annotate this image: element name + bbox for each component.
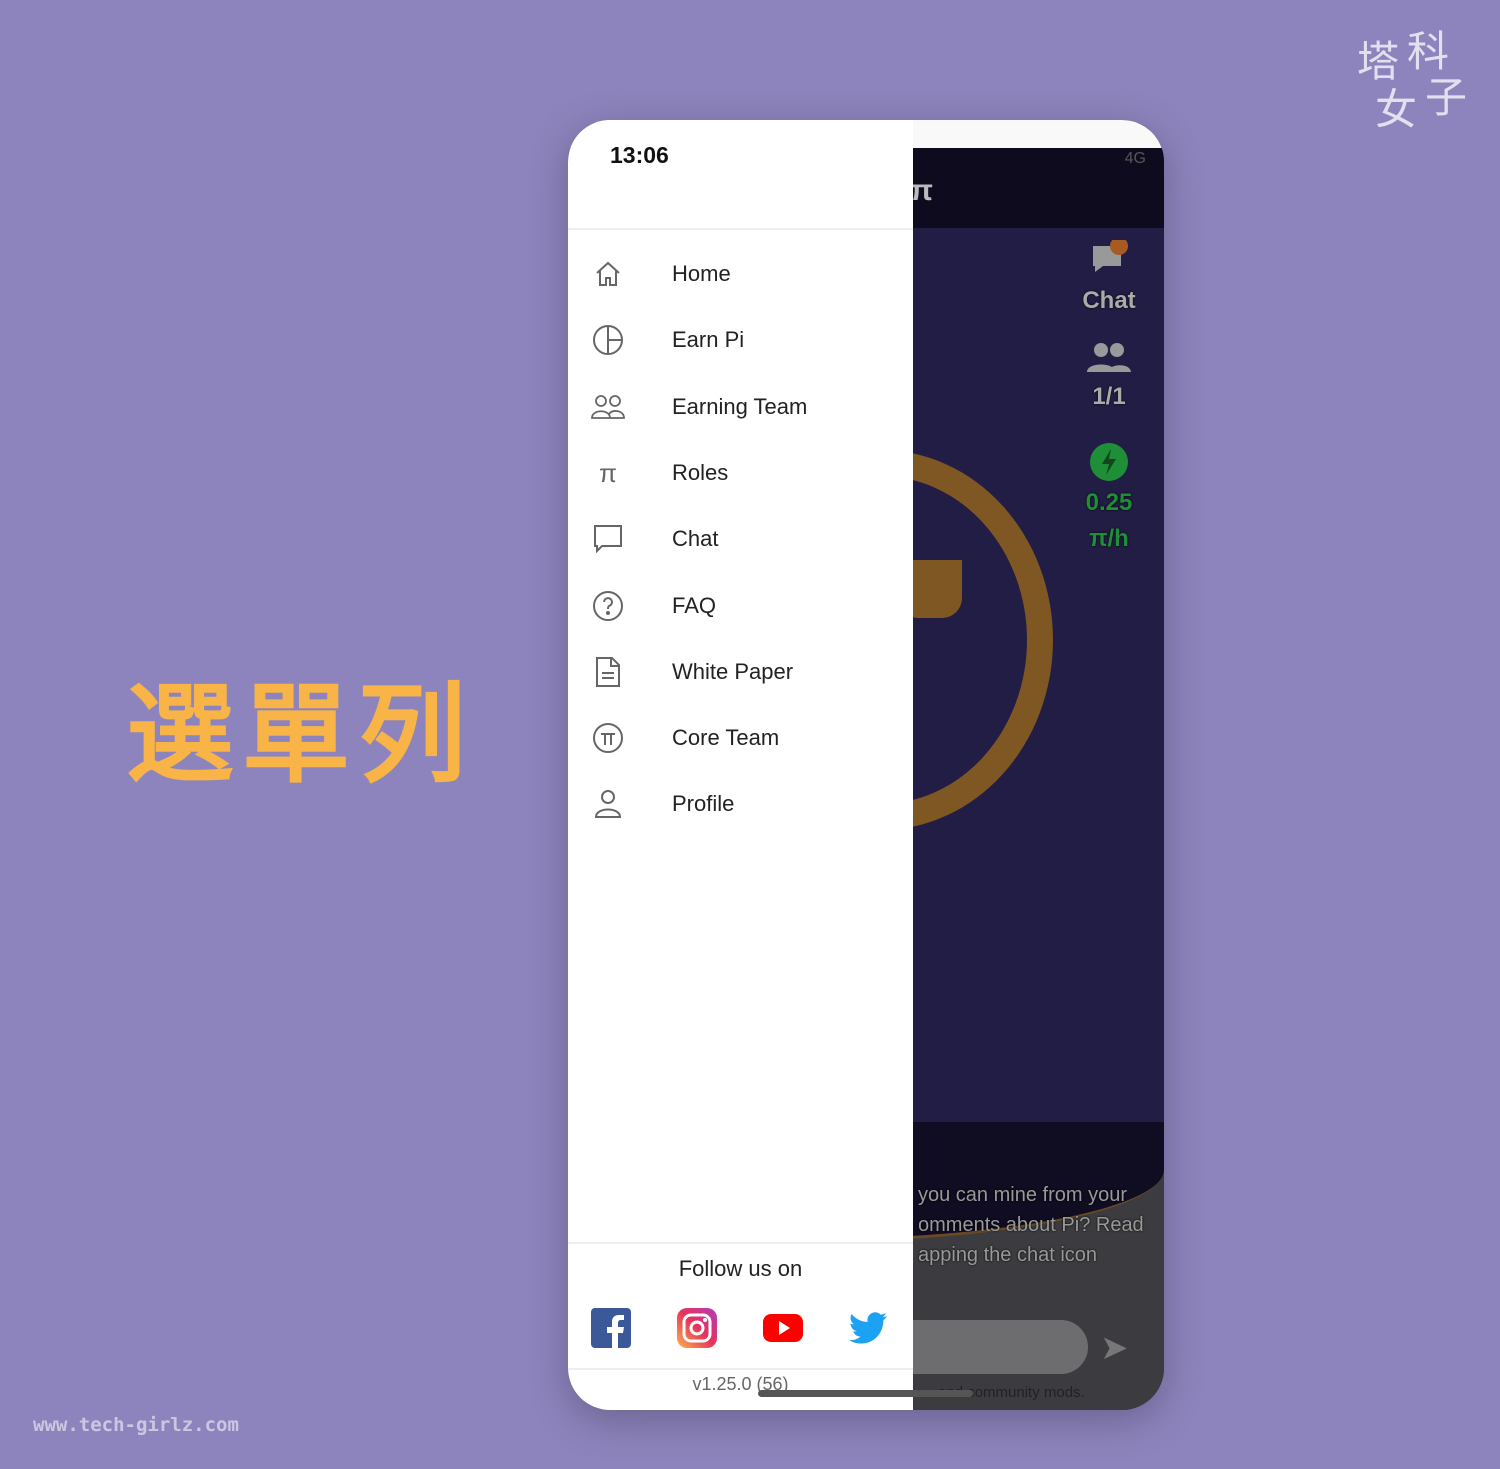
menu-item-core-team[interactable]: Core Team [568, 710, 913, 766]
youtube-icon[interactable] [763, 1308, 803, 1348]
status-time: 13:06 [610, 142, 669, 168]
info-message: you can mine from your omments about Pi? … [918, 1184, 1144, 1266]
navigation-drawer: 13:06 Home Earn Pi Earning Team π Roles C… [568, 120, 913, 1410]
people-icon [1087, 343, 1131, 372]
home-icon [588, 254, 628, 294]
menu-item-roles[interactable]: π Roles [568, 445, 913, 501]
pi-circle-icon [588, 718, 628, 758]
pie-chart-icon [588, 320, 628, 360]
question-icon [588, 586, 628, 626]
team-count-label: 1/1 [1092, 383, 1126, 410]
team-count: 1/1 [1064, 342, 1154, 411]
mining-rate: 0.25 π/h [1064, 442, 1154, 553]
lightning-icon [1090, 443, 1128, 481]
team-icon [588, 387, 628, 427]
document-icon [588, 652, 628, 692]
menu-item-home[interactable]: Home [568, 246, 913, 302]
caption: 選單列 [126, 673, 475, 798]
chat-shortcut[interactable]: Chat [1064, 237, 1154, 315]
network-status: 4G [1124, 150, 1146, 167]
wm-char: 科 [1407, 27, 1450, 76]
wm-char: 塔 [1357, 37, 1400, 86]
menu-item-chat[interactable]: Chat [568, 511, 913, 567]
menu-item-earning-team[interactable]: Earning Team [568, 379, 913, 435]
menu-item-earn-pi[interactable]: Earn Pi [568, 312, 913, 368]
follow-label: Follow us on [678, 1256, 803, 1281]
home-indicator[interactable] [758, 1390, 973, 1397]
instagram-icon[interactable] [677, 1308, 717, 1348]
rate-unit: π/h [1089, 525, 1129, 552]
menu-item-white-paper[interactable]: White Paper [568, 644, 913, 700]
pi-icon: π [599, 457, 617, 488]
menu-item-faq[interactable]: FAQ [568, 578, 913, 634]
phone-screen: 4G π Chat 1/1 0.25 π/h you can mine from… [568, 120, 1164, 1410]
wm-char: 子 [1425, 73, 1468, 122]
rate-value: 0.25 [1085, 489, 1133, 516]
facebook-icon[interactable] [591, 1308, 631, 1348]
menu-item-profile[interactable]: Profile [568, 776, 913, 832]
pi-logo: π [910, 174, 933, 207]
person-icon [588, 784, 628, 824]
send-icon[interactable]: ➤ [1100, 1328, 1129, 1368]
chat-icon [588, 519, 628, 559]
chat-icon [1093, 237, 1128, 272]
wm-char: 女 [1375, 85, 1418, 134]
twitter-icon[interactable] [849, 1308, 889, 1348]
site-url: www.tech-girlz.com [33, 1414, 239, 1436]
watermark-logo: 塔 科 女 子 [1357, 30, 1472, 145]
chat-label: Chat [1082, 287, 1136, 314]
